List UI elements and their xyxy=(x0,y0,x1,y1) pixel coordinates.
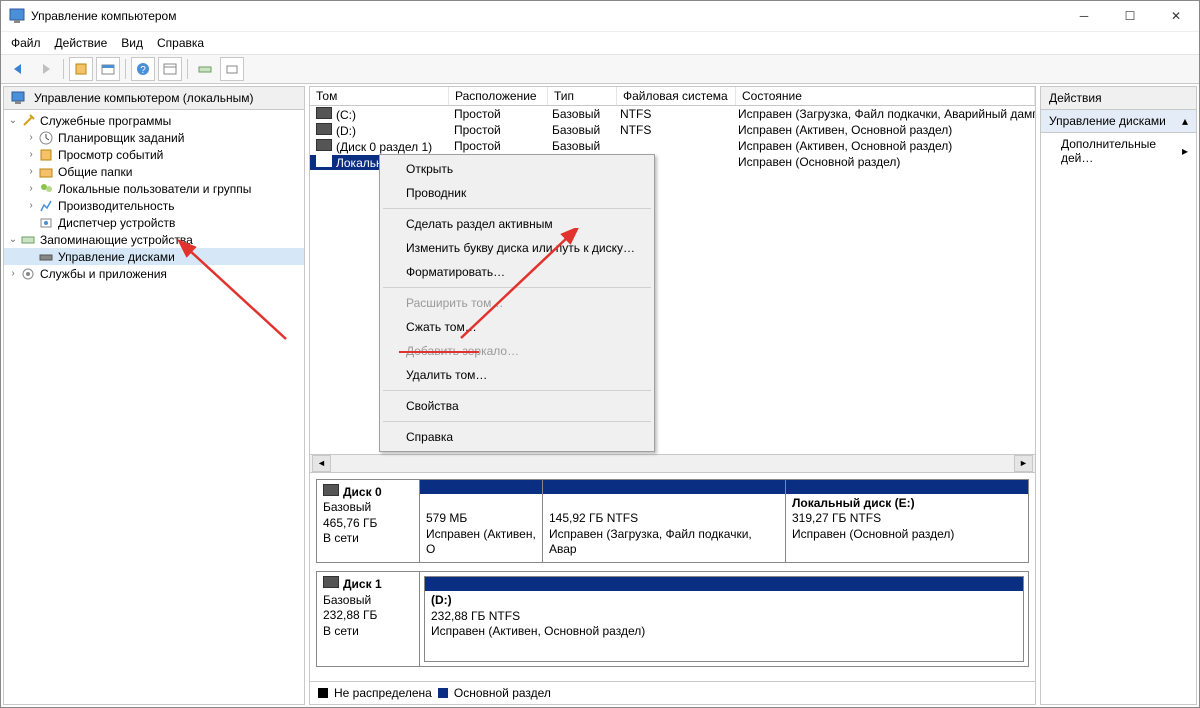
disk-1-row: Диск 1 Базовый 232,88 ГБ В сети (D:) 232… xyxy=(316,571,1029,667)
actions-more[interactable]: Дополнительные дей…▸ xyxy=(1041,133,1196,169)
actions-header: Действия xyxy=(1041,87,1196,110)
volume-row[interactable]: (Диск 0 раздел 1)ПростойБазовыйИсправен … xyxy=(310,138,1035,154)
actions-pane: Действия Управление дисками▴ Дополнитель… xyxy=(1040,86,1197,705)
toolbar-btn-6[interactable] xyxy=(220,57,244,81)
tools-icon xyxy=(20,113,36,129)
toolbar-btn-1[interactable] xyxy=(69,57,93,81)
tree-header: Управление компьютером (локальным) xyxy=(4,87,304,110)
disk0-partition-e[interactable]: Локальный диск (E:) 319,27 ГБ NTFS Испра… xyxy=(786,480,1028,562)
help-icon[interactable]: ? xyxy=(131,57,155,81)
clock-icon xyxy=(38,130,54,146)
disk1-partition-d[interactable]: (D:) 232,88 ГБ NTFS Исправен (Активен, О… xyxy=(424,576,1024,662)
menubar: Файл Действие Вид Справка xyxy=(1,32,1199,54)
tree-services[interactable]: ›Службы и приложения xyxy=(4,265,304,282)
storage-icon xyxy=(20,232,36,248)
svg-text:?: ? xyxy=(140,65,146,76)
tree-task-scheduler[interactable]: ›Планировщик заданий xyxy=(4,129,304,146)
col-fs[interactable]: Файловая система xyxy=(617,87,736,105)
ctx-properties[interactable]: Свойства xyxy=(382,394,652,418)
folder-icon xyxy=(38,164,54,180)
disk0-partition-c[interactable]: 145,92 ГБ NTFS Исправен (Загрузка, Файл … xyxy=(543,480,786,562)
tree-users-groups[interactable]: ›Локальные пользователи и группы xyxy=(4,180,304,197)
context-menu: Открыть Проводник Сделать раздел активны… xyxy=(379,154,655,452)
forward-button[interactable] xyxy=(34,57,58,81)
ctx-delete-volume[interactable]: Удалить том… xyxy=(382,363,652,387)
tree-pane: Управление компьютером (локальным) ⌄Служ… xyxy=(3,86,305,705)
col-type[interactable]: Тип xyxy=(548,87,617,105)
volume-header: Том Расположение Тип Файловая система Со… xyxy=(310,87,1035,106)
ctx-change-letter[interactable]: Изменить букву диска или путь к диску… xyxy=(382,236,652,260)
close-button[interactable]: ✕ xyxy=(1153,1,1199,31)
app-icon xyxy=(9,8,25,24)
scroll-left-icon[interactable]: ◄ xyxy=(312,455,331,472)
toolbar-btn-4[interactable] xyxy=(158,57,182,81)
menu-help[interactable]: Справка xyxy=(157,36,204,50)
ctx-open[interactable]: Открыть xyxy=(382,157,652,181)
legend-unallocated-icon xyxy=(318,688,328,698)
h-scrollbar[interactable]: ◄ ► xyxy=(310,454,1035,472)
ctx-shrink[interactable]: Сжать том… xyxy=(382,315,652,339)
toolbar: ? xyxy=(1,54,1199,84)
menu-action[interactable]: Действие xyxy=(55,36,108,50)
perf-icon xyxy=(38,198,54,214)
tree-device-mgr[interactable]: ›Диспетчер устройств xyxy=(4,214,304,231)
volume-row[interactable]: (D:)ПростойБазовыйNTFSИсправен (Активен,… xyxy=(310,122,1035,138)
legend-primary-icon xyxy=(438,688,448,698)
volume-row[interactable]: (C:)ПростойБазовыйNTFSИсправен (Загрузка… xyxy=(310,106,1035,122)
ctx-explorer[interactable]: Проводник xyxy=(382,181,652,205)
annotation-underline xyxy=(399,351,479,353)
minimize-button[interactable]: ─ xyxy=(1061,1,1107,31)
menu-file[interactable]: Файл xyxy=(11,36,41,50)
maximize-button[interactable]: ☐ xyxy=(1107,1,1153,31)
tree-shared-folders[interactable]: ›Общие папки xyxy=(4,163,304,180)
actions-section[interactable]: Управление дисками▴ xyxy=(1041,110,1196,133)
collapse-icon: ▴ xyxy=(1182,114,1188,128)
disk-1-info[interactable]: Диск 1 Базовый 232,88 ГБ В сети xyxy=(317,572,420,666)
device-icon xyxy=(38,215,54,231)
col-status[interactable]: Состояние xyxy=(736,87,1035,105)
tree-event-viewer[interactable]: ›Просмотр событий xyxy=(4,146,304,163)
chevron-right-icon: ▸ xyxy=(1182,144,1188,158)
tree-system-tools[interactable]: ⌄Служебные программы xyxy=(4,112,304,129)
users-icon xyxy=(38,181,54,197)
event-icon xyxy=(38,147,54,163)
tree-root-label[interactable]: Управление компьютером (локальным) xyxy=(34,91,254,105)
toolbar-btn-2[interactable] xyxy=(96,57,120,81)
tree-disk-mgmt[interactable]: ›Управление дисками xyxy=(4,248,304,265)
window-title: Управление компьютером xyxy=(31,9,1061,23)
toolbar-btn-5[interactable] xyxy=(193,57,217,81)
ctx-help[interactable]: Справка xyxy=(382,425,652,449)
titlebar: Управление компьютером ─ ☐ ✕ xyxy=(1,1,1199,32)
col-volume[interactable]: Том xyxy=(310,87,449,105)
col-layout[interactable]: Расположение xyxy=(449,87,548,105)
back-button[interactable] xyxy=(7,57,31,81)
scroll-right-icon[interactable]: ► xyxy=(1014,455,1033,472)
menu-view[interactable]: Вид xyxy=(121,36,143,50)
services-icon xyxy=(20,266,36,282)
ctx-extend: Расширить том… xyxy=(382,291,652,315)
ctx-make-active[interactable]: Сделать раздел активным xyxy=(382,212,652,236)
ctx-format[interactable]: Форматировать… xyxy=(382,260,652,284)
legend: Не распределена Основной раздел xyxy=(310,681,1035,704)
tree-storage[interactable]: ⌄Запоминающие устройства xyxy=(4,231,304,248)
computer-icon xyxy=(10,90,26,106)
disk-icon xyxy=(38,249,54,265)
disk0-partition-0[interactable]: 579 МБ Исправен (Активен, О xyxy=(420,480,543,562)
disk-map-area: Диск 0 Базовый 465,76 ГБ В сети 579 МБ И… xyxy=(310,472,1035,681)
tree-performance[interactable]: ›Производительность xyxy=(4,197,304,214)
disk-0-row: Диск 0 Базовый 465,76 ГБ В сети 579 МБ И… xyxy=(316,479,1029,563)
disk-0-info[interactable]: Диск 0 Базовый 465,76 ГБ В сети xyxy=(317,480,420,562)
